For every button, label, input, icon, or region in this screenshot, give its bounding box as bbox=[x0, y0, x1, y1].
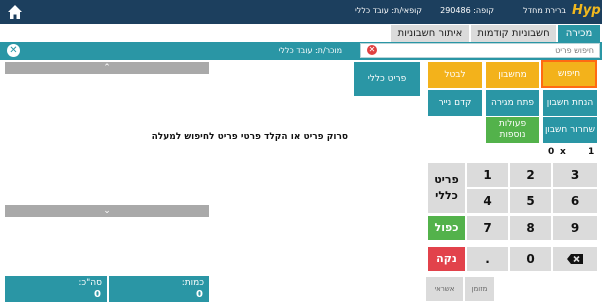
search-button[interactable]: חיפוש bbox=[541, 60, 597, 88]
sum-value: 0 bbox=[94, 289, 101, 300]
backspace-key[interactable] bbox=[553, 247, 597, 271]
scroll-down-button[interactable]: ⌄ bbox=[5, 205, 209, 217]
key-7[interactable]: 7 bbox=[467, 216, 508, 240]
general-item-key-line2: כללי bbox=[435, 189, 458, 202]
quantity-box: כמות: 0 bbox=[109, 276, 209, 302]
tab-previous-invoices[interactable]: חשבוניות קודמות bbox=[471, 25, 556, 42]
scroll-up-button[interactable]: ⌃ bbox=[5, 62, 209, 74]
top-header-bar bbox=[0, 0, 602, 24]
close-icon[interactable]: ✕ bbox=[7, 44, 20, 57]
open-drawer-button[interactable]: פתח מגירה bbox=[486, 90, 539, 116]
sum-label: סה"כ: bbox=[78, 278, 102, 288]
key-0[interactable]: 0 bbox=[510, 247, 551, 271]
key-dot[interactable]: . bbox=[467, 247, 508, 271]
more-actions-button[interactable]: פעולות נוספות bbox=[486, 117, 539, 143]
invoice-discount-button[interactable]: הנחת חשבון bbox=[543, 90, 597, 116]
sum-box: סה"כ: 0 bbox=[5, 276, 107, 302]
cashier-label: קופאי/ת: עובד כללי bbox=[354, 6, 422, 15]
company-label: ברירת מחדל bbox=[523, 6, 566, 15]
key-2[interactable]: 2 bbox=[510, 163, 551, 187]
key-8[interactable]: 8 bbox=[510, 216, 551, 240]
clear-search-icon[interactable]: ✕ bbox=[367, 45, 377, 55]
general-item-key[interactable]: פריט כללי bbox=[428, 163, 465, 213]
key-5[interactable]: 5 bbox=[510, 189, 551, 213]
search-input[interactable] bbox=[361, 44, 599, 57]
backspace-icon bbox=[567, 254, 583, 264]
key-3[interactable]: 3 bbox=[553, 163, 597, 187]
quantity-label: כמות: bbox=[181, 278, 204, 288]
double-button[interactable]: כפול bbox=[428, 216, 465, 240]
credit-payment-button[interactable]: אשראי bbox=[426, 277, 463, 301]
general-item-key-line1: פריט bbox=[434, 173, 459, 186]
terminal-label: קופה: 290486 bbox=[440, 6, 494, 15]
release-invoice-button[interactable]: שחרור חשבון bbox=[543, 117, 597, 143]
key-6[interactable]: 6 bbox=[553, 189, 597, 213]
calculator-button[interactable]: מחשבון bbox=[486, 62, 539, 88]
quantity-display: 1 bbox=[588, 147, 595, 157]
tab-sale[interactable]: מכירה bbox=[558, 25, 600, 42]
home-icon[interactable] bbox=[6, 3, 24, 24]
tab-invoice-search[interactable]: איתור חשבוניות bbox=[391, 25, 469, 42]
general-item-button[interactable]: פריט כללי bbox=[354, 62, 420, 96]
seller-label: מוכר/ת: עובד כללי bbox=[278, 46, 342, 55]
cash-payment-button[interactable]: מזומן bbox=[465, 277, 494, 301]
quantity-value: 0 bbox=[196, 289, 203, 300]
times-sign: x bbox=[560, 147, 566, 157]
search-field[interactable] bbox=[360, 43, 600, 58]
key-1[interactable]: 1 bbox=[467, 163, 508, 187]
clear-button[interactable]: נקה bbox=[428, 247, 465, 271]
paper-code-button[interactable]: קדם נייר bbox=[428, 90, 482, 116]
key-9[interactable]: 9 bbox=[553, 216, 597, 240]
price-display: 0 bbox=[548, 147, 555, 157]
hyp-logo: Hyp bbox=[572, 3, 601, 18]
empty-list-message: סרוק פריט או הקלד פרטי פריט לחיפוש למעלה bbox=[151, 132, 348, 142]
key-4[interactable]: 4 bbox=[467, 189, 508, 213]
cancel-button[interactable]: לבטל bbox=[428, 62, 482, 88]
